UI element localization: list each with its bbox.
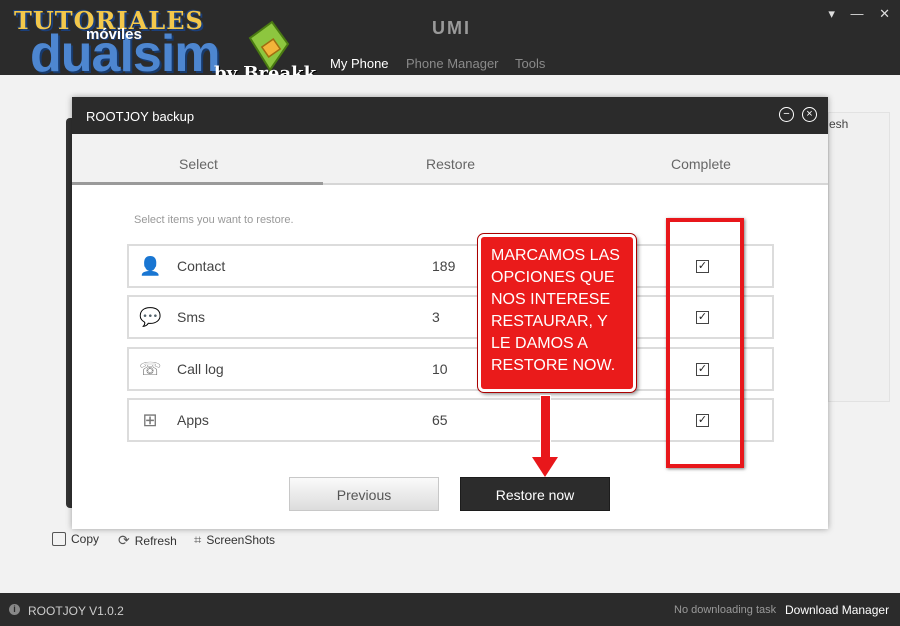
annotation-callout: MARCAMOS LAS OPCIONES QUE NOS INTERESE R… — [478, 234, 636, 392]
screenshots-button[interactable]: ⌗ ScreenShots — [194, 532, 275, 548]
item-label: Call log — [177, 361, 224, 377]
item-count: 189 — [432, 258, 456, 274]
watermark-logo: TUTORIALES dualsim móviles by Breakk — [8, 6, 323, 86]
restore-hint: Select items you want to restore. — [134, 214, 294, 226]
previous-button[interactable]: Previous — [289, 477, 439, 511]
refresh-label: Refresh — [134, 533, 177, 548]
item-label: Apps — [177, 412, 209, 428]
callout-line: OPCIONES QUE — [491, 269, 615, 286]
screenshots-label: ScreenShots — [206, 533, 276, 547]
restore-now-button[interactable]: Restore now — [460, 477, 610, 511]
status-bar: i ROOTJOY V1.0.2 No downloading task Dow… — [0, 593, 900, 626]
refresh-button[interactable]: ⟳ Refresh — [118, 532, 177, 549]
step-select: Select — [179, 156, 218, 172]
minimize-window-icon[interactable]: — — [850, 6, 863, 21]
annotation-arrow-shaft — [540, 395, 551, 459]
close-dialog-icon[interactable]: × — [802, 107, 817, 122]
minimize-dialog-icon[interactable]: − — [779, 107, 794, 122]
close-icon[interactable]: ✕ — [879, 6, 890, 22]
contact-icon: 👤 — [139, 256, 162, 276]
callout-line: RESTAURAR, Y — [491, 313, 608, 330]
callout-line: LE DAMOS A — [491, 335, 588, 352]
copy-button[interactable]: Copy — [52, 532, 99, 546]
download-status: No downloading task — [674, 604, 777, 616]
nav-tools[interactable]: Tools — [515, 56, 545, 71]
dialog-title: ROOTJOY backup — [86, 109, 195, 124]
refresh-side-panel[interactable]: esh — [828, 112, 890, 402]
item-count: 65 — [432, 412, 448, 428]
item-label: Sms — [177, 309, 205, 325]
download-manager-link[interactable]: Download Manager — [785, 603, 889, 617]
minimize-icon[interactable]: ▾ — [828, 6, 835, 22]
active-step-bar — [72, 182, 323, 185]
top-bar: TUTORIALES dualsim móviles by Breakk UMI… — [0, 0, 900, 84]
window-controls: ▾ — ✕ — [816, 6, 890, 22]
callout-line: MARCAMOS LAS — [491, 247, 620, 264]
item-label: Contact — [177, 258, 226, 274]
item-count: 10 — [432, 361, 448, 377]
side-button-label: esh — [829, 117, 849, 131]
app-version: ROOTJOY V1.0.2 — [28, 604, 124, 618]
nav-my-phone[interactable]: My Phone — [330, 56, 389, 71]
phone-icon: ☏ — [139, 359, 162, 379]
copy-label: Copy — [71, 532, 100, 546]
dialog-header: ROOTJOY backup − × — [72, 97, 828, 134]
highlight-box — [666, 218, 744, 468]
copy-icon — [52, 532, 66, 546]
backup-dialog: ROOTJOY backup − × Select Restore Comple… — [72, 97, 828, 529]
item-count: 3 — [432, 309, 440, 325]
brand-logo: UMI — [432, 18, 471, 38]
apps-icon: ⊞ — [142, 410, 158, 430]
watermark-line2: móviles — [86, 26, 142, 43]
screenshot-icon: ⌗ — [194, 532, 202, 547]
step-restore: Restore — [426, 156, 476, 172]
annotation-arrow-icon — [532, 457, 558, 477]
callout-line: RESTORE NOW. — [491, 357, 616, 374]
info-icon: i — [9, 604, 20, 615]
step-indicator: Select Restore Complete — [72, 134, 828, 185]
callout-line: NOS INTERESE — [491, 291, 611, 308]
refresh-icon: ⟳ — [118, 532, 130, 548]
nav-phone-manager[interactable]: Phone Manager — [406, 56, 499, 71]
sms-icon: 💬 — [139, 307, 162, 327]
step-complete: Complete — [671, 156, 731, 172]
